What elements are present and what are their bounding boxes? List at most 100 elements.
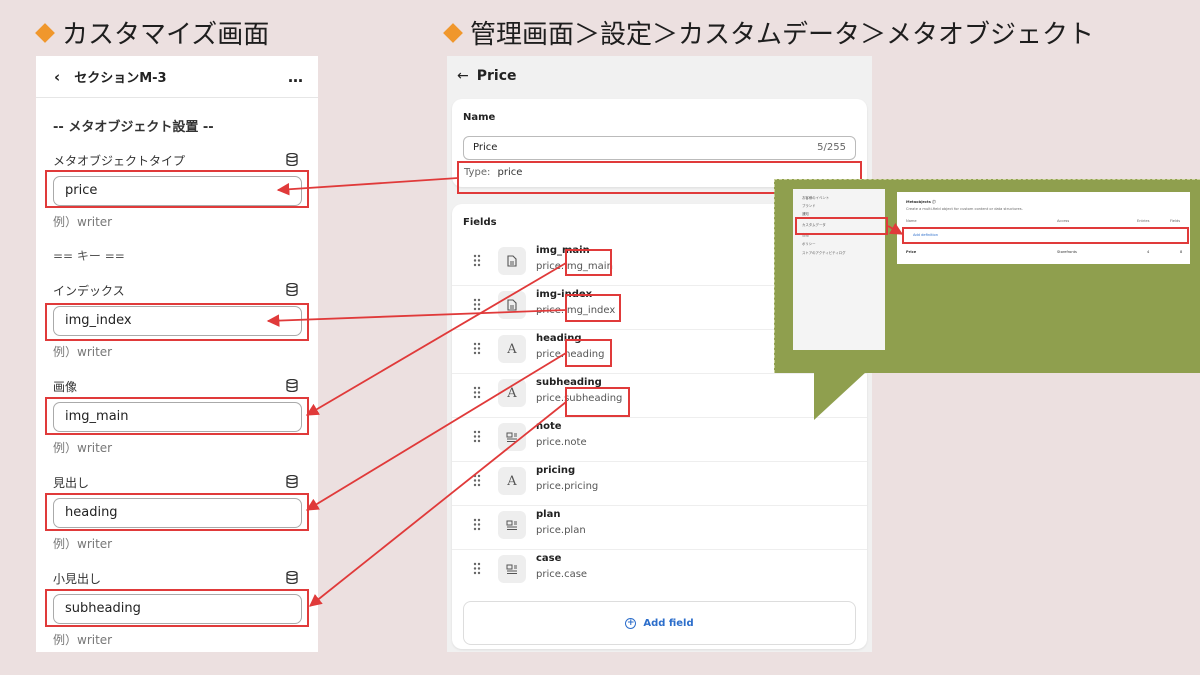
row-entries: 4 — [1147, 250, 1150, 254]
field-name: case — [536, 553, 562, 564]
col-name: Name — [906, 219, 917, 223]
database-icon[interactable] — [286, 475, 298, 488]
chevron-left-icon[interactable]: ‹ — [54, 68, 60, 86]
slide-heading-left: カスタマイズ画面 — [35, 14, 270, 51]
field-row[interactable]: note price.note — [452, 418, 867, 462]
type-line: Type: price — [464, 167, 522, 178]
thumb-description: Create a multi-field object for custom c… — [906, 207, 1023, 211]
add-field-button[interactable]: + Add field — [463, 601, 856, 645]
field-row[interactable]: A pricing price.pricing — [452, 462, 867, 506]
field-label-type: メタオブジェクトタイプ — [53, 154, 186, 168]
arrow-left-icon[interactable]: ← — [457, 68, 469, 84]
field-row[interactable]: plan price.plan — [452, 506, 867, 550]
drag-handle-icon[interactable] — [473, 474, 481, 487]
database-icon[interactable] — [286, 571, 298, 584]
field-label-image: 画像 — [53, 380, 78, 394]
index-input[interactable]: img_index — [53, 306, 302, 336]
field-example: 例）writer — [53, 345, 113, 359]
field-example: 例）writer — [53, 633, 113, 647]
col-entries: Entries — [1137, 219, 1150, 223]
drag-handle-icon[interactable] — [473, 342, 481, 355]
row-name: Price — [906, 250, 917, 254]
field-label-index: インデックス — [53, 284, 125, 298]
name-input[interactable]: Price 5/255 — [463, 136, 856, 160]
text-icon: A — [498, 379, 526, 407]
database-icon[interactable] — [286, 379, 298, 392]
panel-header: ‹ セクションM-3 … — [36, 56, 318, 98]
field-key: price.img_main — [536, 261, 613, 272]
file-icon — [498, 291, 526, 319]
diamond-bullet-icon — [35, 22, 55, 43]
thumbnail-metaobjects-list: Metaobjects ⓘ Create a multi-field objec… — [897, 192, 1190, 264]
field-key: price.subheading — [536, 393, 623, 404]
rich-text-icon — [498, 511, 526, 539]
field-name: subheading — [536, 377, 602, 388]
page-title: Price — [476, 68, 517, 84]
field-example: 例）writer — [53, 215, 113, 229]
rich-text-icon — [498, 423, 526, 451]
col-access: Access — [1057, 219, 1070, 223]
plus-circle-icon: + — [625, 617, 637, 629]
drag-handle-icon[interactable] — [473, 298, 481, 311]
field-name: note — [536, 421, 562, 432]
nav-item-custom-data: カスタムデータ — [802, 223, 826, 227]
field-name: plan — [536, 509, 561, 520]
nav-item: ブランド — [802, 204, 816, 208]
field-label-subheading: 小見出し — [53, 572, 102, 586]
field-row[interactable]: case price.case — [452, 550, 867, 594]
field-key: price.img_index — [536, 305, 616, 316]
drag-handle-icon[interactable] — [473, 562, 481, 575]
col-fields: Fields — [1170, 219, 1181, 223]
nav-item: お客様のイベント — [802, 196, 830, 200]
field-key: price.heading — [536, 349, 605, 360]
add-definition-link: Add definition — [913, 233, 939, 237]
row-fields: 8 — [1180, 250, 1183, 254]
field-name: img_main — [536, 245, 590, 256]
nav-item: 通知 — [802, 212, 809, 216]
metaobject-type-input[interactable]: price — [53, 176, 302, 206]
key-divider: == キー == — [53, 249, 125, 263]
thumbnail-settings-nav: お客様のイベント ブランド 通知 カスタムデータ 言語 ポリシー ストアのアクテ… — [793, 189, 885, 350]
name-label: Name — [463, 112, 496, 123]
type-value: price — [497, 167, 523, 178]
drag-handle-icon[interactable] — [473, 430, 481, 443]
heading-input[interactable]: heading — [53, 498, 302, 528]
drag-handle-icon[interactable] — [473, 254, 481, 267]
heading-text: 管理画面＞設定＞カスタムデータ＞メタオブジェクト — [470, 20, 1095, 50]
field-example: 例）writer — [53, 441, 113, 455]
editor-header: ← Price — [447, 56, 872, 96]
character-count: 5/255 — [817, 142, 846, 153]
text-icon: A — [498, 335, 526, 363]
slide-heading-right: 管理画面＞設定＞カスタムデータ＞メタオブジェクト — [443, 14, 1095, 51]
field-key: price.case — [536, 569, 588, 580]
database-icon[interactable] — [286, 283, 298, 296]
type-label: Type: — [464, 167, 491, 178]
name-card: Name Price 5/255 Type: price — [452, 99, 867, 187]
drag-handle-icon[interactable] — [473, 386, 481, 399]
image-input[interactable]: img_main — [53, 402, 302, 432]
file-icon — [498, 247, 526, 275]
nav-item: 言語 — [802, 233, 809, 237]
text-icon: A — [498, 467, 526, 495]
field-key: price.plan — [536, 525, 586, 536]
add-field-label: Add field — [643, 617, 694, 629]
field-name: img-index — [536, 289, 593, 300]
field-name: heading — [536, 333, 582, 344]
field-row[interactable]: A subheading price.subheading — [452, 374, 867, 418]
section-title: セクションM-3 — [74, 71, 167, 86]
field-example: 例）writer — [53, 537, 113, 551]
fields-label: Fields — [463, 217, 497, 228]
drag-handle-icon[interactable] — [473, 518, 481, 531]
rich-text-icon — [498, 555, 526, 583]
field-label-heading: 見出し — [53, 476, 90, 490]
metaobject-section-title: -- メタオブジェクト設置 -- — [53, 120, 214, 135]
database-icon[interactable] — [286, 153, 298, 166]
customizer-panel: ‹ セクションM-3 … -- メタオブジェクト設置 -- メタオブジェクトタイ… — [36, 56, 318, 652]
subheading-input[interactable]: subheading — [53, 594, 302, 624]
ellipsis-icon[interactable]: … — [288, 68, 304, 86]
nav-item: ポリシー — [802, 242, 816, 246]
field-name: pricing — [536, 465, 576, 476]
name-value: Price — [473, 142, 498, 153]
heading-text: カスタマイズ画面 — [62, 20, 270, 50]
thumb-title: Metaobjects ⓘ — [906, 200, 936, 204]
